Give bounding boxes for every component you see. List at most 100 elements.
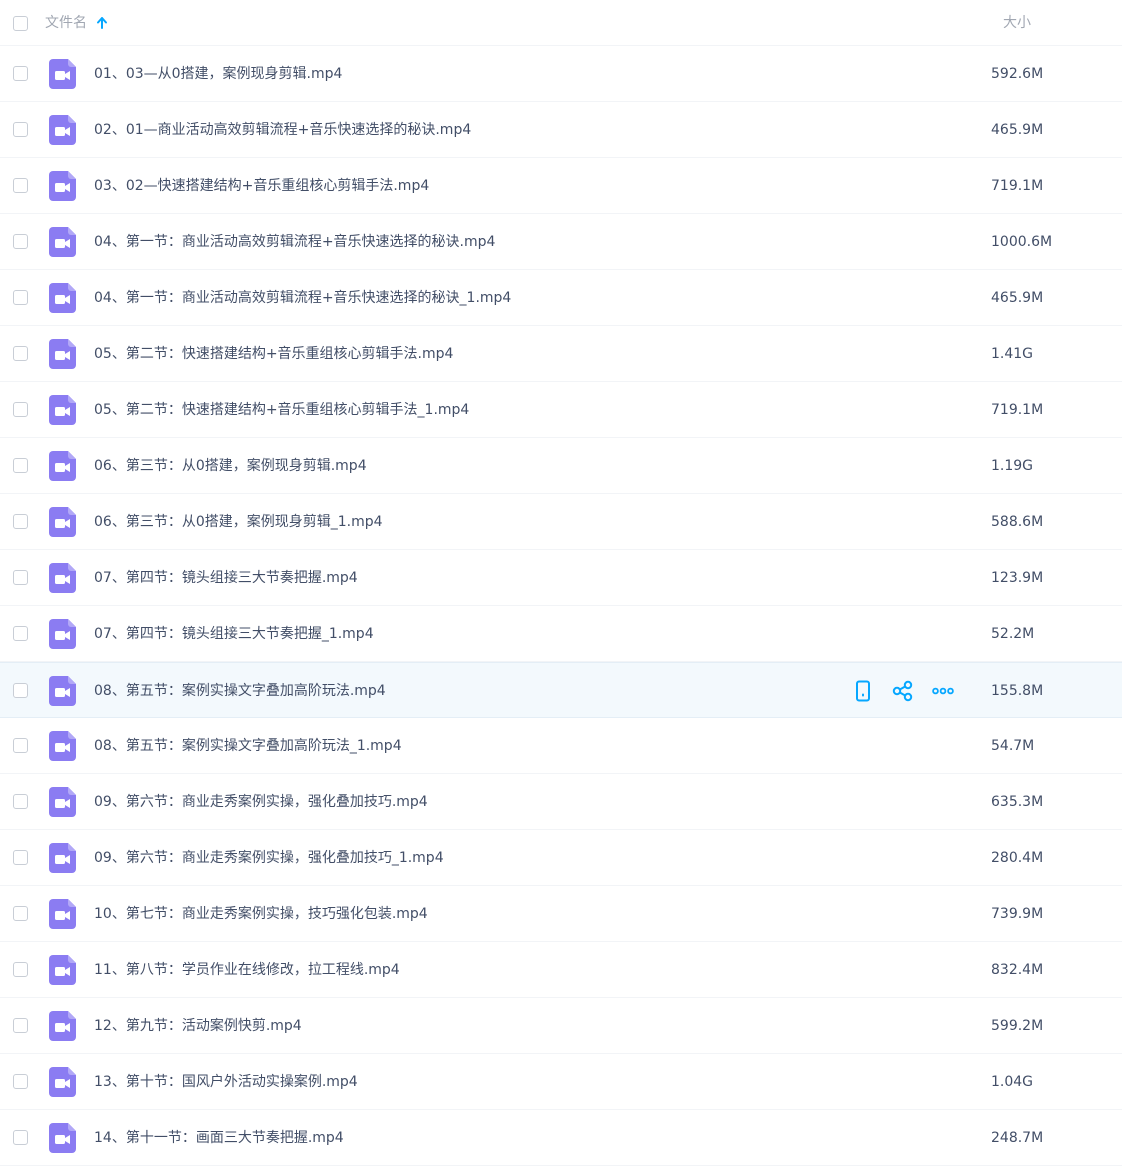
table-row[interactable]: 09、第六节：商业走秀案例实操，强化叠加技巧_1.mp4 280.4M xyxy=(0,830,1122,886)
video-file-icon xyxy=(49,1011,76,1041)
table-row[interactable]: 05、第二节：快速搭建结构+音乐重组核心剪辑手法.mp4 1.41G xyxy=(0,326,1122,382)
file-size: 465.9M xyxy=(991,122,1044,138)
video-file-icon xyxy=(49,451,76,481)
table-row[interactable]: 03、02—快速搭建结构+音乐重组核心剪辑手法.mp4 719.1M xyxy=(0,158,1122,214)
row-checkbox[interactable] xyxy=(13,738,28,753)
column-header-size[interactable]: 大小 xyxy=(1003,14,1031,32)
video-file-icon xyxy=(49,619,76,649)
table-row[interactable]: 07、第四节：镜头组接三大节奏把握.mp4 123.9M xyxy=(0,550,1122,606)
row-checkbox[interactable] xyxy=(13,1130,28,1145)
row-checkbox[interactable] xyxy=(13,458,28,473)
file-name[interactable]: 11、第八节：学员作业在线修改，拉工程线.mp4 xyxy=(94,960,400,980)
row-checkbox[interactable] xyxy=(13,626,28,641)
file-size: 52.2M xyxy=(991,626,1035,642)
video-file-icon xyxy=(49,563,76,593)
file-name[interactable]: 08、第五节：案例实操文字叠加高阶玩法.mp4 xyxy=(94,681,386,701)
table-row[interactable]: 08、第五节：案例实操文字叠加高阶玩法.mp4 155.8M xyxy=(0,662,1122,718)
file-name[interactable]: 04、第一节：商业活动高效剪辑流程+音乐快速选择的秘诀_1.mp4 xyxy=(94,288,511,308)
row-checkbox[interactable] xyxy=(13,962,28,977)
video-file-icon xyxy=(49,115,76,145)
table-row[interactable]: 05、第二节：快速搭建结构+音乐重组核心剪辑手法_1.mp4 719.1M xyxy=(0,382,1122,438)
file-size: 123.9M xyxy=(991,570,1044,586)
file-name[interactable]: 05、第二节：快速搭建结构+音乐重组核心剪辑手法.mp4 xyxy=(94,344,453,364)
file-size: 1.19G xyxy=(991,458,1034,474)
file-name[interactable]: 14、第十一节：画面三大节奏把握.mp4 xyxy=(94,1128,344,1148)
video-file-icon xyxy=(49,731,76,761)
row-checkbox[interactable] xyxy=(13,683,28,698)
file-size: 280.4M xyxy=(991,850,1044,866)
table-row[interactable]: 14、第十一节：画面三大节奏把握.mp4 248.7M xyxy=(0,1110,1122,1166)
file-name[interactable]: 13、第十节：国风户外活动实操案例.mp4 xyxy=(94,1072,358,1092)
row-checkbox[interactable] xyxy=(13,1018,28,1033)
video-file-icon xyxy=(49,1067,76,1097)
table-row[interactable]: 10、第七节：商业走秀案例实操，技巧强化包装.mp4 739.9M xyxy=(0,886,1122,942)
video-file-icon xyxy=(49,507,76,537)
video-file-icon xyxy=(49,787,76,817)
file-name[interactable]: 07、第四节：镜头组接三大节奏把握.mp4 xyxy=(94,568,358,588)
file-name[interactable]: 09、第六节：商业走秀案例实操，强化叠加技巧_1.mp4 xyxy=(94,848,444,868)
file-name[interactable]: 06、第三节：从0搭建，案例现身剪辑.mp4 xyxy=(94,456,367,476)
row-checkbox[interactable] xyxy=(13,794,28,809)
video-file-icon xyxy=(49,1123,76,1153)
file-size: 1.41G xyxy=(991,346,1034,362)
row-checkbox[interactable] xyxy=(13,346,28,361)
file-size: 588.6M xyxy=(991,514,1044,530)
file-size: 54.7M xyxy=(991,738,1035,754)
table-row[interactable]: 04、第一节：商业活动高效剪辑流程+音乐快速选择的秘诀_1.mp4 465.9M xyxy=(0,270,1122,326)
file-name[interactable]: 10、第七节：商业走秀案例实操，技巧强化包装.mp4 xyxy=(94,904,428,924)
row-checkbox[interactable] xyxy=(13,234,28,249)
table-row[interactable]: 13、第十节：国风户外活动实操案例.mp4 1.04G xyxy=(0,1054,1122,1110)
video-file-icon xyxy=(49,227,76,257)
file-size: 248.7M xyxy=(991,1130,1044,1146)
row-checkbox[interactable] xyxy=(13,402,28,417)
table-row[interactable]: 01、03—从0搭建，案例现身剪辑.mp4 592.6M xyxy=(0,46,1122,102)
row-checkbox[interactable] xyxy=(13,290,28,305)
file-name[interactable]: 07、第四节：镜头组接三大节奏把握_1.mp4 xyxy=(94,624,374,644)
row-checkbox[interactable] xyxy=(13,122,28,137)
video-file-icon xyxy=(49,395,76,425)
file-name[interactable]: 12、第九节：活动案例快剪.mp4 xyxy=(94,1016,302,1036)
file-name[interactable]: 02、01—商业活动高效剪辑流程+音乐快速选择的秘诀.mp4 xyxy=(94,120,471,140)
file-size: 635.3M xyxy=(991,794,1044,810)
column-header-name[interactable]: 文件名 xyxy=(45,14,87,32)
file-list: 文件名 大小 01、03—从0搭建，案例现身剪辑.mp4 592.6M 02、01—… xyxy=(0,0,1122,1166)
table-row[interactable]: 09、第六节：商业走秀案例实操，强化叠加技巧.mp4 635.3M xyxy=(0,774,1122,830)
row-checkbox[interactable] xyxy=(13,570,28,585)
table-row[interactable]: 04、第一节：商业活动高效剪辑流程+音乐快速选择的秘诀.mp4 1000.6M xyxy=(0,214,1122,270)
row-checkbox[interactable] xyxy=(13,66,28,81)
video-file-icon xyxy=(49,676,76,706)
file-name[interactable]: 03、02—快速搭建结构+音乐重组核心剪辑手法.mp4 xyxy=(94,176,429,196)
video-file-icon xyxy=(49,283,76,313)
file-name[interactable]: 04、第一节：商业活动高效剪辑流程+音乐快速选择的秘诀.mp4 xyxy=(94,232,495,252)
file-size: 599.2M xyxy=(991,1018,1044,1034)
file-rows: 01、03—从0搭建，案例现身剪辑.mp4 592.6M 02、01—商业活动高效剪… xyxy=(0,46,1122,1166)
video-file-icon xyxy=(49,899,76,929)
table-row[interactable]: 02、01—商业活动高效剪辑流程+音乐快速选择的秘诀.mp4 465.9M xyxy=(0,102,1122,158)
table-row[interactable]: 06、第三节：从0搭建，案例现身剪辑_1.mp4 588.6M xyxy=(0,494,1122,550)
select-all-checkbox[interactable] xyxy=(13,16,28,31)
row-checkbox[interactable] xyxy=(13,178,28,193)
table-row[interactable]: 06、第三节：从0搭建，案例现身剪辑.mp4 1.19G xyxy=(0,438,1122,494)
more-icon[interactable] xyxy=(932,680,954,702)
file-name[interactable]: 06、第三节：从0搭建，案例现身剪辑_1.mp4 xyxy=(94,512,383,532)
file-name[interactable]: 09、第六节：商业走秀案例实操，强化叠加技巧.mp4 xyxy=(94,792,428,812)
row-checkbox[interactable] xyxy=(13,514,28,529)
table-row[interactable]: 11、第八节：学员作业在线修改，拉工程线.mp4 832.4M xyxy=(0,942,1122,998)
file-name[interactable]: 08、第五节：案例实操文字叠加高阶玩法_1.mp4 xyxy=(94,736,402,756)
row-checkbox[interactable] xyxy=(13,906,28,921)
table-row[interactable]: 07、第四节：镜头组接三大节奏把握_1.mp4 52.2M xyxy=(0,606,1122,662)
table-row[interactable]: 12、第九节：活动案例快剪.mp4 599.2M xyxy=(0,998,1122,1054)
arrow-up-icon[interactable] xyxy=(96,14,108,32)
file-size: 592.6M xyxy=(991,66,1044,82)
row-checkbox[interactable] xyxy=(13,1074,28,1089)
video-file-icon xyxy=(49,843,76,873)
share-icon[interactable] xyxy=(892,680,914,702)
table-row[interactable]: 08、第五节：案例实操文字叠加高阶玩法_1.mp4 54.7M xyxy=(0,718,1122,774)
file-size: 155.8M xyxy=(991,683,1044,699)
row-checkbox[interactable] xyxy=(13,850,28,865)
file-name[interactable]: 01、03—从0搭建，案例现身剪辑.mp4 xyxy=(94,64,342,84)
phone-icon[interactable] xyxy=(852,680,874,702)
video-file-icon xyxy=(49,59,76,89)
video-file-icon xyxy=(49,171,76,201)
file-name[interactable]: 05、第二节：快速搭建结构+音乐重组核心剪辑手法_1.mp4 xyxy=(94,400,469,420)
